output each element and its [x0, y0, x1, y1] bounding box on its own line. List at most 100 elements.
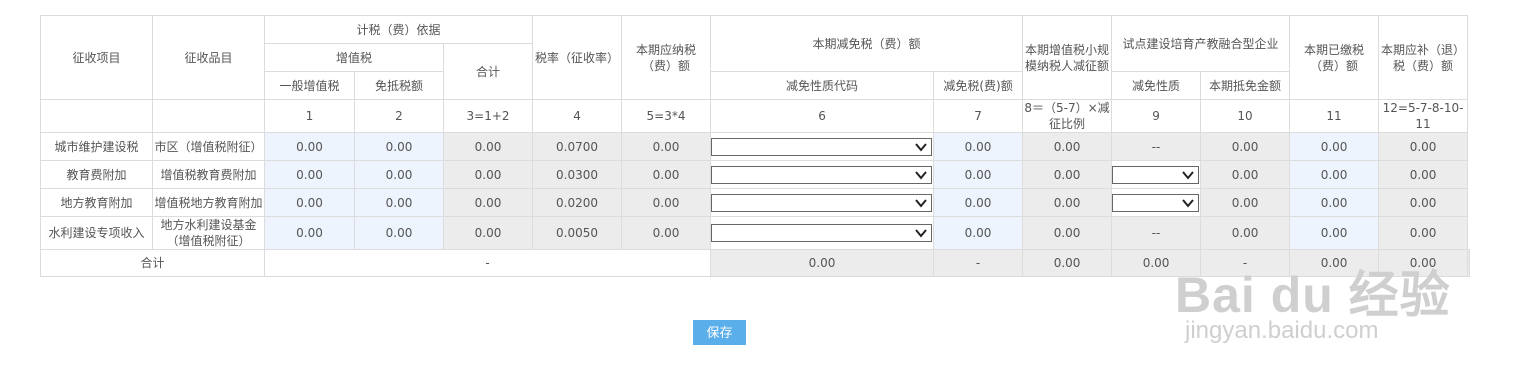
total-pilot-nature: -: [1200, 249, 1291, 277]
header-subtotal: 合计: [442, 43, 534, 100]
table-row: 城市维护建设税 市区（增值税附征） 0.00 0.00 0.00 0.0700 …: [40, 132, 1470, 161]
reduction-amount-input[interactable]: 0.00: [933, 216, 1024, 250]
payable-cell: 0.00: [621, 216, 712, 250]
watermark-url: jingyan.baidu.com: [1185, 317, 1379, 344]
col-number: 2: [354, 99, 444, 133]
total-basis: -: [263, 249, 712, 277]
col-number: 9: [1111, 99, 1202, 133]
pilot-nature-select[interactable]: [1112, 193, 1200, 212]
header-paid: 本期已缴税（费）额: [1289, 15, 1380, 100]
small-scale-cell: 0.00: [1022, 132, 1113, 161]
header-reduction-code: 减免性质代码: [710, 71, 935, 100]
header-item: 征收项目: [40, 15, 153, 100]
tax-declaration-table: 征收项目 征收品目 计税（费）依据 税率（征收率） 本期应纳税（费）额 本期减免…: [40, 15, 1470, 277]
rate-cell: 0.0050: [532, 216, 623, 250]
reduction-code-cell: [710, 160, 935, 189]
row-subitem: 市区（增值税附征）: [152, 132, 265, 161]
column-number-row: 1 2 3=1+2 4 5=3*4 6 7 8＝（5-7）×减征比例 9 10 …: [40, 99, 1470, 133]
reduction-code-cell: [710, 132, 935, 161]
rate-cell: 0.0300: [532, 160, 623, 189]
total-payable: 0.00: [710, 249, 935, 277]
payable-cell: 0.00: [621, 160, 712, 189]
rate-cell: 0.0700: [532, 132, 623, 161]
paid-input[interactable]: 0.00: [1289, 216, 1380, 250]
pilot-nature-cell: [1111, 188, 1202, 217]
total-label: 合计: [40, 249, 265, 277]
exempt-amount-input[interactable]: 0.00: [354, 216, 444, 250]
reduction-code-select[interactable]: [711, 193, 933, 212]
header-pilot-nature: 减免性质: [1111, 71, 1202, 100]
pilot-nature-select[interactable]: [1112, 165, 1200, 184]
header-rate: 税率（征收率）: [532, 15, 623, 100]
header-subitem: 征收品目: [152, 15, 265, 100]
reduction-code-select[interactable]: [711, 137, 933, 156]
col-number: 11: [1289, 99, 1380, 133]
header-small-scale: 本期增值税小规模纳税人减征额: [1022, 15, 1113, 100]
total-small-scale: 0.00: [1111, 249, 1202, 277]
header-basis: 计税（费）依据: [263, 15, 534, 44]
header-pilot-credit: 本期抵免金额: [1200, 71, 1291, 100]
header-payable: 本期应纳税（费）额: [621, 15, 712, 100]
chevron-down-icon: [915, 170, 927, 180]
chevron-down-icon: [915, 229, 927, 238]
subtotal-cell: 0.00: [442, 132, 534, 161]
row-subitem: 地方水利建设基金（增值税附征）: [152, 216, 265, 250]
row-subitem: 增值税教育费附加: [152, 160, 265, 189]
col-number: 1: [264, 99, 355, 133]
col-number: 3=1+2: [442, 99, 534, 133]
header-refund: 本期应补（退）税（费）额: [1378, 15, 1469, 100]
total-code: -: [933, 249, 1024, 277]
reduction-amount-input[interactable]: 0.00: [933, 188, 1024, 217]
col-number: 8＝（5-7）×减征比例: [1022, 99, 1113, 133]
refund-cell: 0.00: [1378, 188, 1469, 217]
chevron-down-icon: [915, 142, 927, 152]
pilot-credit-cell: 0.00: [1200, 188, 1291, 217]
col-number: 12=5-7-8-10-11: [1378, 99, 1469, 133]
header-reduction-amount: 减免税(费)额: [933, 71, 1024, 100]
paid-input[interactable]: 0.00: [1289, 188, 1380, 217]
header-reduction: 本期减免税（费）额: [710, 15, 1024, 72]
general-vat-input[interactable]: 0.00: [264, 160, 355, 189]
col-number: 7: [933, 99, 1024, 133]
header-vat: 增值税: [264, 43, 444, 72]
general-vat-input[interactable]: 0.00: [264, 216, 355, 250]
row-item: 城市维护建设税: [40, 132, 153, 161]
row-item: 水利建设专项收入: [40, 216, 153, 250]
pilot-credit-cell: 0.00: [1200, 160, 1291, 189]
reduction-code-select[interactable]: [711, 165, 933, 184]
row-subitem: 增值税地方教育附加: [152, 188, 265, 217]
refund-cell: 0.00: [1378, 132, 1469, 161]
header-pilot: 试点建设培育产教融合型企业: [1111, 15, 1291, 72]
reduction-amount-input[interactable]: 0.00: [933, 132, 1024, 161]
total-refund: 0.00: [1467, 249, 1470, 277]
row-item: 教育费附加: [40, 160, 153, 189]
pilot-nature-cell: --: [1111, 216, 1202, 250]
exempt-amount-input[interactable]: 0.00: [354, 132, 444, 161]
col-number: 4: [532, 99, 623, 133]
pilot-nature-cell: [1111, 160, 1202, 189]
paid-input[interactable]: 0.00: [1289, 160, 1380, 189]
chevron-down-icon: [1182, 198, 1194, 208]
reduction-code-select[interactable]: [711, 224, 933, 242]
col-number: 6: [710, 99, 935, 133]
total-row: 合计 - 0.00 - 0.00 0.00 - 0.00 0.00 0.00: [40, 249, 1470, 277]
paid-input[interactable]: 0.00: [1289, 132, 1380, 161]
total-pilot-credit: 0.00: [1289, 249, 1380, 277]
reduction-amount-input[interactable]: 0.00: [933, 160, 1024, 189]
exempt-amount-input[interactable]: 0.00: [354, 188, 444, 217]
pilot-nature-cell: --: [1111, 132, 1202, 161]
general-vat-input[interactable]: 0.00: [264, 188, 355, 217]
refund-cell: 0.00: [1378, 160, 1469, 189]
header-exempt-amount: 免抵税额: [354, 71, 444, 100]
table-row: 地方教育附加 增值税地方教育附加 0.00 0.00 0.00 0.0200 0…: [40, 188, 1470, 217]
save-button[interactable]: 保存: [693, 320, 746, 345]
reduction-code-cell: [710, 188, 935, 217]
chevron-down-icon: [915, 198, 927, 208]
rate-cell: 0.0200: [532, 188, 623, 217]
refund-cell: 0.00: [1378, 216, 1469, 250]
payable-cell: 0.00: [621, 188, 712, 217]
col-number: 5=3*4: [621, 99, 712, 133]
exempt-amount-input[interactable]: 0.00: [354, 160, 444, 189]
general-vat-input[interactable]: 0.00: [264, 132, 355, 161]
reduction-code-cell: [710, 216, 935, 250]
